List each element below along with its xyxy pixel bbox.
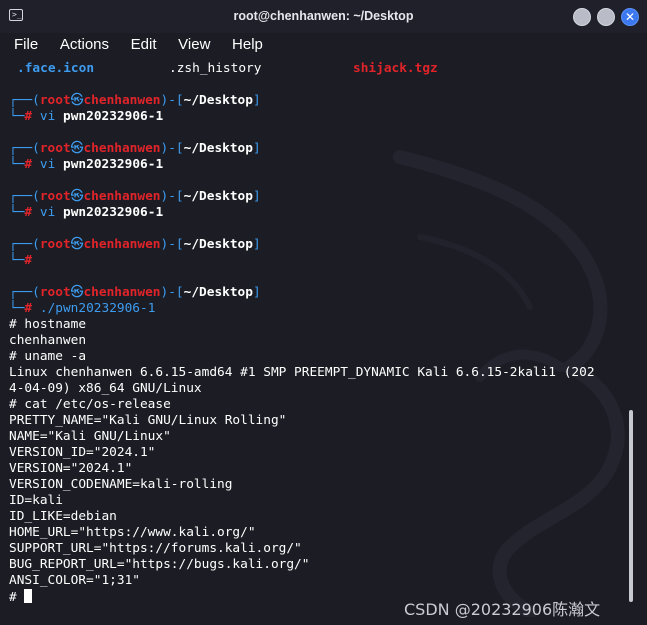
prompt-line: ┌──(root㉿chenhanwen)-[~/Desktop] <box>9 285 261 300</box>
maximize-button[interactable] <box>597 8 615 26</box>
window-title: root@chenhanwen: ~/Desktop <box>233 9 414 23</box>
output-line: VERSION_ID="2024.1" <box>9 445 156 460</box>
scrollbar[interactable] <box>629 410 633 602</box>
output-line: ID_LIKE=debian <box>9 509 117 524</box>
output-line: HOME_URL="https://www.kali.org/" <box>9 525 256 540</box>
menu-edit[interactable]: Edit <box>131 34 157 56</box>
menu-view[interactable]: View <box>178 34 210 56</box>
file-shijack-tgz: shijack.tgz <box>353 61 438 76</box>
command-line: └─# ./pwn20232906-1 <box>9 301 156 316</box>
menu-actions[interactable]: Actions <box>60 34 109 56</box>
output-line: chenhanwen <box>9 333 87 348</box>
output-line: 4-04-09) x86_64 GNU/Linux <box>9 381 202 396</box>
output-line: PRETTY_NAME="Kali GNU/Linux Rolling" <box>9 413 287 428</box>
title-bar[interactable]: >_ root@chenhanwen: ~/Desktop ✕ <box>0 0 647 34</box>
command-line: └─# vi pwn20232906-1 <box>9 109 164 124</box>
close-button[interactable]: ✕ <box>621 8 639 26</box>
terminal-output[interactable]: .face.icon .zsh_history shijack.tgz ┌──(… <box>0 57 647 625</box>
menu-help[interactable]: Help <box>232 34 263 56</box>
output-line: # hostname <box>9 317 87 332</box>
file-face-icon: .face.icon <box>17 61 95 76</box>
minimize-button[interactable] <box>573 8 591 26</box>
file-listing: .face.icon .zsh_history shijack.tgz <box>9 61 639 77</box>
output-line: # cat /etc/os-release <box>9 397 171 412</box>
csdn-watermark: CSDN @20232906陈瀚文 <box>404 600 601 619</box>
output-line: ANSI_COLOR="1;31" <box>9 573 140 588</box>
shell-prompt[interactable]: # <box>9 589 33 605</box>
prompt-line: ┌──(root㉿chenhanwen)-[~/Desktop] <box>9 189 261 204</box>
prompt-line: ┌──(root㉿chenhanwen)-[~/Desktop] <box>9 141 261 156</box>
output-line: BUG_REPORT_URL="https://bugs.kali.org/" <box>9 557 310 572</box>
output-line: ID=kali <box>9 493 63 508</box>
output-line: Linux chenhanwen 6.6.15-amd64 #1 SMP PRE… <box>9 365 595 380</box>
prompt-line: ┌──(root㉿chenhanwen)-[~/Desktop] <box>9 93 261 108</box>
output-line: # uname -a <box>9 349 87 364</box>
text-cursor <box>24 589 33 603</box>
output-line: VERSION="2024.1" <box>9 461 133 476</box>
file-zsh-history: .zsh_history <box>169 61 262 76</box>
prompt-line: ┌──(root㉿chenhanwen)-[~/Desktop] <box>9 237 261 252</box>
command-line: └─# <box>9 253 33 268</box>
command-line: └─# vi pwn20232906-1 <box>9 205 164 220</box>
menu-file[interactable]: File <box>14 34 38 56</box>
command-line: └─# vi pwn20232906-1 <box>9 157 164 172</box>
output-line: VERSION_CODENAME=kali-rolling <box>9 477 233 492</box>
terminal-window: >_ root@chenhanwen: ~/Desktop ✕ File Act… <box>0 0 647 625</box>
output-line: NAME="Kali GNU/Linux" <box>9 429 171 444</box>
menu-bar: File Actions Edit View Help <box>0 33 647 57</box>
output-line: SUPPORT_URL="https://forums.kali.org/" <box>9 541 302 556</box>
